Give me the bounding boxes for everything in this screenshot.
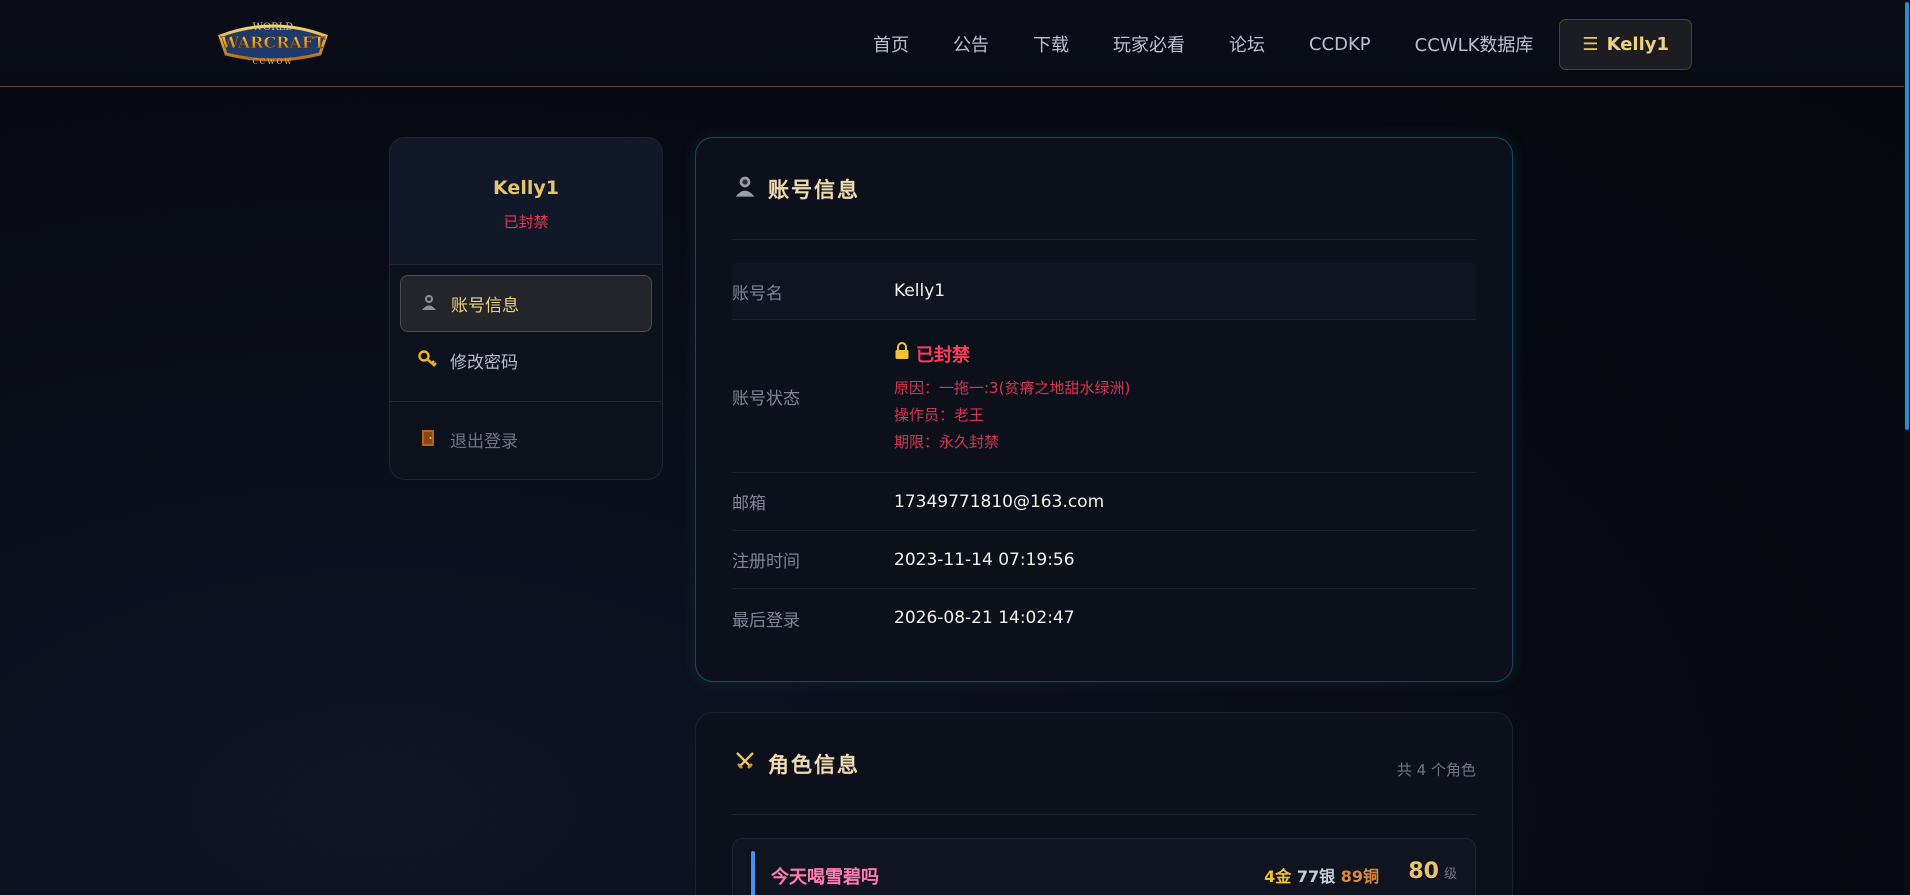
email-value: 17349771810@163.com [894,491,1105,512]
ban-status-text: 已封禁 [916,344,970,366]
info-row-account-name: 账号名 Kelly1 [732,263,1476,320]
character-level: 80 级 [1408,859,1457,884]
ban-details: 已封禁 原因：一拖一:3(贫瘠之地甜水绿洲) 操作员：老王 期限：永久封禁 [894,341,1130,452]
key-icon [418,349,438,372]
ban-operator: 操作员：老王 [894,405,985,424]
sidebar-item-change-password[interactable]: 修改密码 [400,332,652,389]
nav-player-guide[interactable]: 玩家必看 [1091,18,1207,70]
svg-text:WARCRAFT: WARCRAFT [220,33,325,52]
card-divider [732,814,1476,815]
info-row-account-status: 账号状态 已封禁 原因：一拖一:3(贫瘠之地甜水绿洲) 操作员：老王 期限：永久… [732,320,1476,473]
ban-reason: 原因：一拖一:3(贫瘠之地甜水绿洲) [894,378,1131,397]
lock-icon [894,342,910,365]
wow-logo[interactable]: WORLD WARCRAFT CCWOW [214,14,332,70]
nav-ccdkp[interactable]: CCDKP [1287,18,1393,70]
nav-ccwlk-database[interactable]: CCWLK数据库 [1393,18,1556,70]
info-label: 账号状态 [732,388,800,409]
user-icon [732,174,758,204]
info-label: 邮箱 [732,494,766,514]
info-label: 注册时间 [732,552,800,572]
character-info-card: 角色信息 共 4 个角色 今天喝雪碧吗 4金 77银 89铜 80 级 [695,712,1513,895]
nav-download[interactable]: 下载 [1011,18,1091,70]
menu-icon: ☰ [1582,33,1599,55]
copper-amount: 89铜 [1340,867,1379,886]
main-nav: 首页 公告 下载 玩家必看 论坛 CCDKP CCWLK数据库 ☰ Kelly1 [851,18,1692,70]
ban-term: 期限：永久封禁 [894,432,1000,451]
level-number: 80 [1408,859,1439,884]
user-menu-label: Kelly1 [1606,33,1669,55]
info-row-email: 邮箱 17349771810@163.com [732,473,1476,531]
logout-label: 退出登录 [450,432,518,452]
level-unit: 级 [1443,867,1457,882]
info-label: 账号名 [732,283,783,304]
account-info-heading: 账号信息 [732,174,860,204]
sidebar-item-label: 修改密码 [450,353,518,373]
door-icon [418,429,438,451]
sidebar-username: Kelly1 [493,176,559,199]
sidebar-menu: 账号信息 修改密码 [390,265,662,389]
info-row-registration-time: 注册时间 2023-11-14 07:19:56 [732,531,1476,589]
svg-text:CCWOW: CCWOW [253,58,294,66]
user-menu-button[interactable]: ☰ Kelly1 [1559,18,1692,70]
sidebar-item-account-info[interactable]: 账号信息 [400,275,652,332]
account-info-title: 账号信息 [768,177,860,202]
card-divider [732,239,1476,240]
info-row-last-login: 最后登录 2026-08-21 14:02:47 [732,589,1476,647]
svg-text:WORLD: WORLD [253,22,294,33]
silver-amount: 77银 [1296,867,1336,886]
crossed-swords-icon [732,750,758,778]
class-color-bar [751,851,755,895]
registration-time-value: 2023-11-14 07:19:56 [894,549,1075,570]
account-sidebar: Kelly1 已封禁 账号信息 修改密码 退出登录 [389,137,663,480]
top-navbar: WORLD WARCRAFT CCWOW 首页 公告 下载 玩家必看 论坛 CC… [0,0,1904,87]
user-icon [419,293,439,315]
account-name-value: Kelly1 [894,281,946,301]
nav-forum[interactable]: 论坛 [1207,18,1287,70]
last-login-value: 2026-08-21 14:02:47 [894,608,1075,628]
character-row[interactable]: 今天喝雪碧吗 4金 77银 89铜 80 级 [732,838,1476,895]
logout-button[interactable]: 退出登录 [390,402,662,477]
gold-amount: 4金 [1264,867,1292,886]
scrollbar-thumb[interactable] [1905,2,1909,430]
character-info-heading: 角色信息 [732,749,860,779]
info-label: 最后登录 [732,610,800,631]
character-money: 4金 77银 89铜 [1264,863,1379,887]
sidebar-item-label: 账号信息 [451,296,519,316]
nav-announcements[interactable]: 公告 [931,18,1011,70]
sidebar-status-badge: 已封禁 [503,212,549,231]
character-name: 今天喝雪碧吗 [771,867,879,888]
account-info-card: 账号信息 账号名 Kelly1 账号状态 已封禁 原因：一拖一:3(贫瘠之地甜水… [695,137,1513,682]
character-info-title: 角色信息 [768,752,860,777]
character-count: 共 4 个角色 [1396,761,1476,779]
scrollbar[interactable] [1904,0,1910,895]
nav-home[interactable]: 首页 [851,18,931,70]
sidebar-header: Kelly1 已封禁 [390,138,662,265]
ban-status: 已封禁 [894,341,1130,367]
